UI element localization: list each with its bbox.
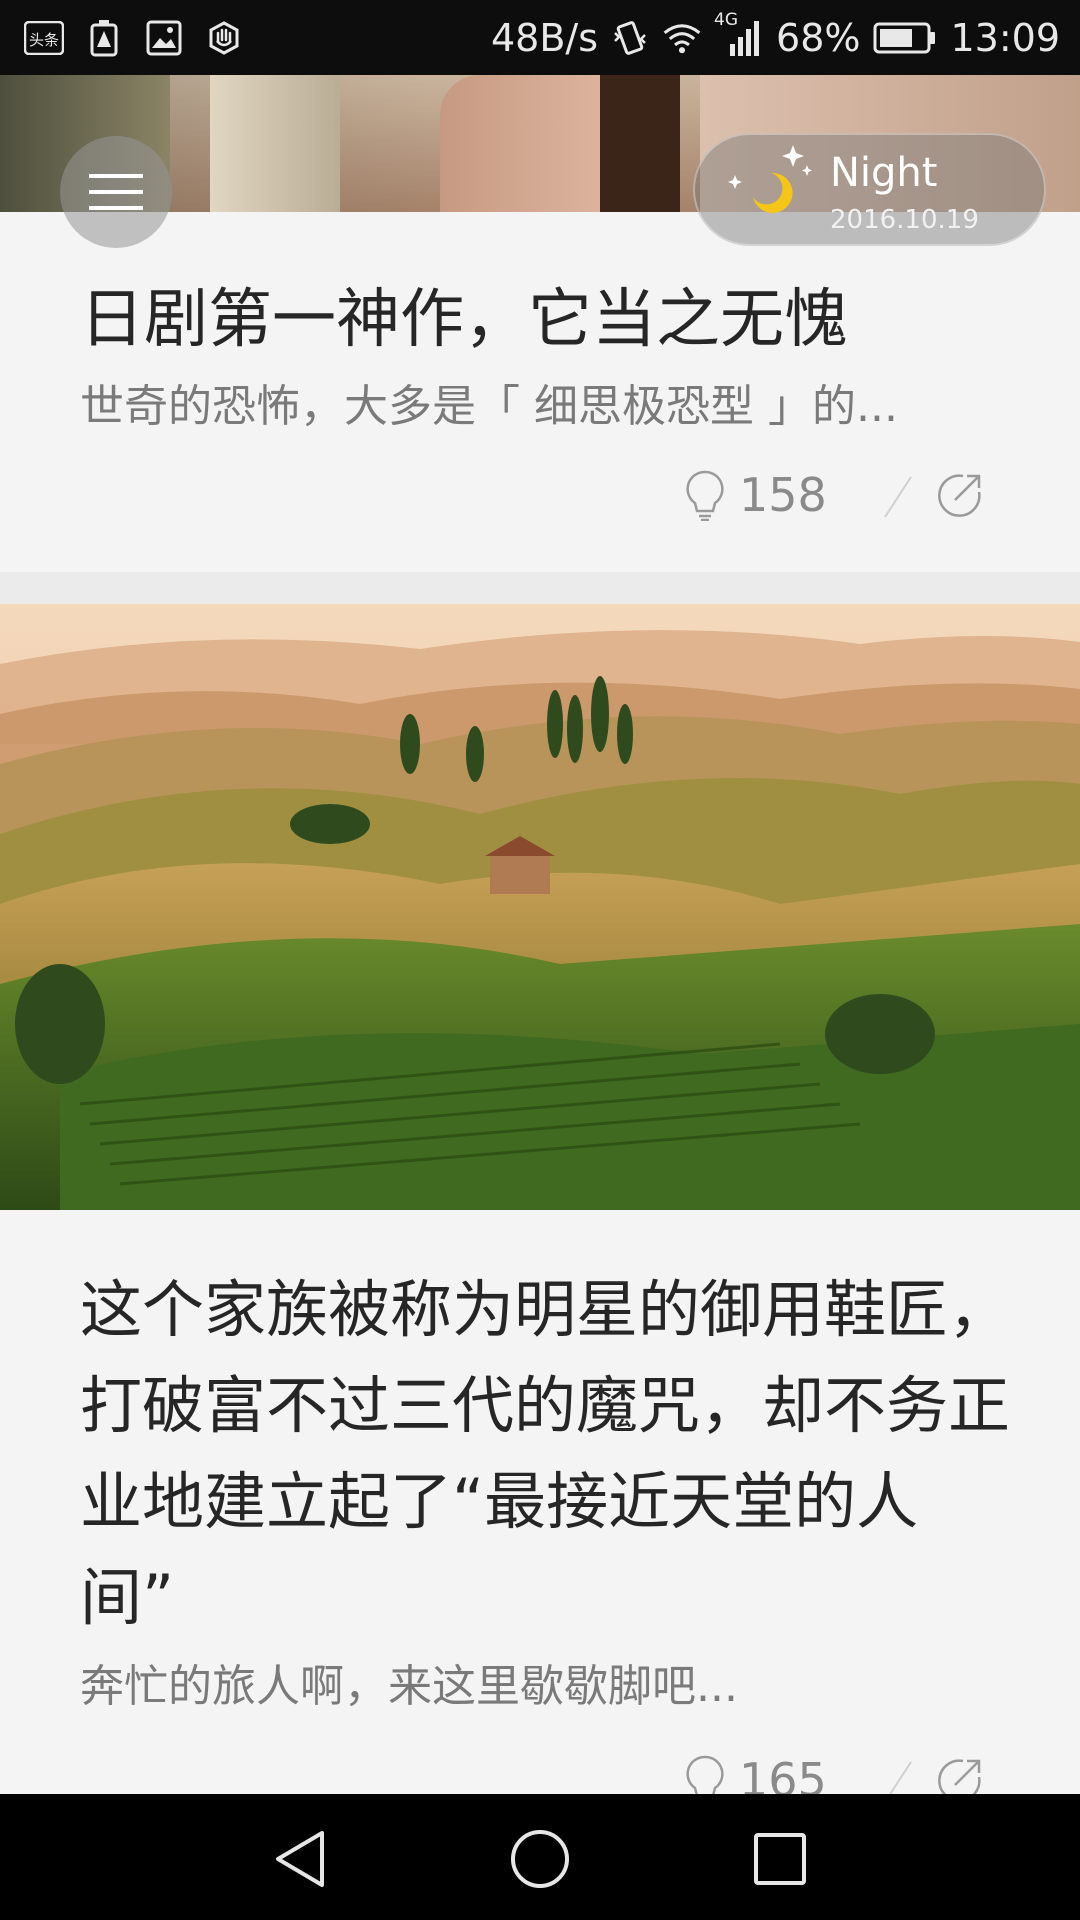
article-actions: 165 <box>683 1750 983 1794</box>
header-date: 2016.10.19 <box>830 205 979 235</box>
net-speed: 48B/s <box>490 15 599 60</box>
battery-percent: 68% <box>776 15 861 60</box>
separator-slash <box>888 1761 912 1794</box>
share-icon[interactable] <box>937 472 983 518</box>
tuscany-landscape-image <box>0 604 1080 1210</box>
toutiao-badge-text: 头条 <box>29 31 59 49</box>
wifi-icon <box>662 18 702 58</box>
home-button[interactable] <box>505 1824 575 1894</box>
article-summary: 世奇的恐怖，大多是「 细思极恐型 」的... <box>80 381 898 432</box>
back-button[interactable] <box>265 1824 335 1894</box>
battery-alert-icon <box>84 18 124 58</box>
night-mode-toggle[interactable]: Night 2016.10.19 <box>693 133 1046 246</box>
article-card[interactable]: 这个家族被称为明星的御用鞋匠，打破富不过三代的魔咒，却不务正业地建立起了“最接近… <box>0 1210 1080 1794</box>
moon-stars-icon <box>728 145 812 213</box>
recents-square-icon <box>754 1833 806 1885</box>
article-title[interactable]: 这个家族被称为明星的御用鞋匠，打破富不过三代的魔咒，却不务正业地建立起了“最接近… <box>80 1262 1010 1646</box>
battery-icon <box>872 18 938 58</box>
status-bar-left: 头条 <box>24 18 244 58</box>
share-icon[interactable] <box>937 1757 983 1794</box>
comment-count: 165 <box>739 1753 827 1794</box>
menu-button[interactable] <box>60 136 172 248</box>
article-cover-image[interactable] <box>0 604 1080 1210</box>
hand-icon <box>204 18 244 58</box>
toutiao-app-icon: 头条 <box>24 18 64 58</box>
hamburger-icon <box>89 174 143 210</box>
clock: 13:09 <box>950 15 1060 60</box>
card-divider <box>0 572 1080 604</box>
article-title[interactable]: 日剧第一神作，它当之无愧 <box>80 268 848 360</box>
image-icon <box>144 18 184 58</box>
article-actions: 158 <box>683 465 983 525</box>
cellular-signal-icon: 4G <box>714 10 764 58</box>
system-navigation-bar <box>0 1794 1080 1920</box>
status-bar-right: 48B/s 4G 68% 13:09 <box>490 10 1060 60</box>
lightbulb-icon[interactable] <box>683 1754 727 1794</box>
recents-button[interactable] <box>745 1824 815 1894</box>
article-summary: 奔忙的旅人啊，来这里歇歇脚吧... <box>80 1661 738 1712</box>
night-mode-label: Night <box>830 150 938 196</box>
lightbulb-icon[interactable] <box>683 469 727 521</box>
vibrate-icon <box>610 18 650 58</box>
separator-slash <box>883 476 912 518</box>
status-bar: 头条 48B/s 4G 68% 13:09 <box>0 0 1080 75</box>
back-triangle-icon <box>276 1831 324 1887</box>
article-card[interactable]: 日剧第一神作，它当之无愧 世奇的恐怖，大多是「 细思极恐型 」的... 158 <box>0 212 1080 572</box>
home-circle-icon <box>511 1830 569 1888</box>
network-type: 4G <box>714 9 739 30</box>
comment-count: 158 <box>739 468 827 522</box>
